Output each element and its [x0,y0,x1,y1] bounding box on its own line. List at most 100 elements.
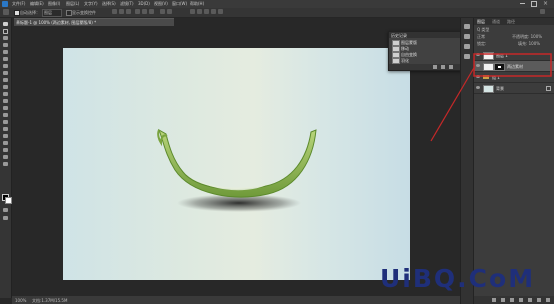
visibility-eye-icon[interactable] [476,75,480,78]
pod-body [158,128,317,198]
adjustments-panel-icon[interactable] [464,44,470,49]
move-tool-icon[interactable] [3,22,8,26]
dodge-tool-icon[interactable] [3,113,8,117]
shape-tool-icon[interactable] [3,141,8,145]
3d-slide-icon[interactable] [211,9,216,14]
layer-row[interactable]: 背景 [474,83,554,94]
tab-layers[interactable]: 图层 [477,19,485,25]
clone-stamp-tool-icon[interactable] [3,78,8,82]
blur-tool-icon[interactable] [3,106,8,110]
document-canvas[interactable] [63,48,410,280]
menu-view[interactable]: 视图(V) [154,1,168,7]
history-brush-tool-icon[interactable] [3,85,8,89]
options-bar: 自动选择： 图层 显示变换控件 [0,8,554,18]
ps-logo-icon[interactable] [2,1,8,7]
eyedropper-tool-icon[interactable] [3,57,8,61]
marquee-tool-icon[interactable] [3,29,8,34]
menu-select[interactable]: 选择(S) [102,1,116,7]
tab-channels[interactable]: 通道 [492,19,500,25]
document-info[interactable]: 文档:1.37M/15.5M [32,298,67,304]
history-item[interactable]: 羽化 [389,57,461,64]
document-tab[interactable]: 未标题-1 @ 100% (两边素材, 图层蒙版/8) * × [14,18,174,26]
menu-help[interactable]: 帮助(H) [190,1,204,7]
quick-mask-icon[interactable] [3,208,8,212]
lasso-tool-icon[interactable] [3,36,8,40]
maximize-icon[interactable] [531,1,537,7]
tab-paths[interactable]: 路径 [507,19,515,25]
new-document-from-state-icon[interactable] [433,65,437,69]
pen-tool-icon[interactable] [3,120,8,124]
layer-thumbnail [483,52,494,60]
3d-mode-icon[interactable] [190,9,195,14]
bean-pod-image [157,128,317,212]
auto-select-target-value: 图层 [44,10,52,15]
3d-pan-icon[interactable] [204,9,209,14]
layers-panel: 图层 通道 路径 Q 类型 正常 不透明度: 100% 锁定: 填充: 100%… [473,18,554,304]
layer-row[interactable]: 图层 1 [474,50,554,61]
watermark-text: UiBQ.CoM [380,264,536,293]
link-layers-icon[interactable] [492,298,496,302]
eraser-tool-icon[interactable] [3,92,8,96]
gradient-tool-icon[interactable] [3,99,8,103]
fill-field[interactable]: 填充: 100% [518,41,540,47]
zoom-tool-icon[interactable] [3,155,8,159]
brush-tool-icon[interactable] [3,71,8,75]
3d-rotate-icon[interactable] [197,9,202,14]
layer-row-selected[interactable]: 两边素材 [474,61,554,72]
quick-select-tool-icon[interactable] [3,43,8,47]
path-select-tool-icon[interactable] [3,134,8,138]
workspace-icon[interactable] [540,9,545,14]
add-mask-icon[interactable] [510,298,514,302]
delete-layer-icon[interactable] [546,298,550,302]
distribute-2-icon[interactable] [167,9,172,14]
delete-state-icon[interactable] [449,65,453,69]
close-document-icon[interactable]: × [16,19,172,25]
align-left-icon[interactable] [135,9,140,14]
menu-file[interactable]: 文件(F) [12,1,25,7]
brush-panel-icon[interactable] [464,54,470,59]
more-tools-icon[interactable] [3,162,8,166]
visibility-eye-icon[interactable] [476,86,480,89]
menu-window[interactable]: 窗口(W) [172,1,187,7]
properties-panel-icon[interactable] [464,34,470,39]
menu-image[interactable]: 图像(I) [48,1,60,7]
visibility-eye-icon[interactable] [476,53,480,56]
hand-tool-icon[interactable] [3,148,8,152]
menu-filter[interactable]: 滤镜(T) [120,1,134,7]
close-window-icon[interactable]: × [543,0,548,7]
menu-layer[interactable]: 图层(L) [66,1,79,7]
blend-mode-select[interactable]: 正常 [477,34,485,40]
visibility-eye-icon[interactable] [476,64,480,67]
new-group-icon[interactable] [528,298,532,302]
history-panel[interactable]: 历史记录 图层蒙版 移动 自由变换 羽化 [388,31,462,71]
new-layer-icon[interactable] [537,298,541,302]
align-center-icon[interactable] [142,9,147,14]
menu-type[interactable]: 文字(Y) [84,1,98,7]
opacity-field[interactable]: 不透明度: 100% [512,34,542,40]
type-tool-icon[interactable] [3,127,8,131]
align-top-icon[interactable] [112,9,117,14]
layer-mask-thumbnail[interactable] [494,63,505,71]
move-tool-preset-icon[interactable] [3,9,9,15]
history-panel-header[interactable]: 历史记录 [389,32,461,38]
align-right-icon[interactable] [149,9,154,14]
menu-3d[interactable]: 3D(D) [138,1,150,6]
distribute-icon[interactable] [160,9,165,14]
add-style-icon[interactable] [501,298,505,302]
new-adjustment-icon[interactable] [519,298,523,302]
screen-mode-icon[interactable] [3,216,8,220]
history-panel-icon[interactable] [464,24,470,29]
layer-kind-filter[interactable]: Q 类型 [477,27,489,33]
zoom-level[interactable]: 100% [15,298,26,303]
new-snapshot-icon[interactable] [441,65,445,69]
align-middle-icon[interactable] [119,9,124,14]
3d-scale-icon[interactable] [218,9,223,14]
minimize-icon[interactable] [520,3,525,4]
background-color-swatch[interactable] [5,197,12,204]
healing-brush-tool-icon[interactable] [3,64,8,68]
layer-row[interactable]: 组 1 [474,72,554,83]
crop-tool-icon[interactable] [3,50,8,54]
menu-edit[interactable]: 编辑(E) [30,1,44,7]
align-bottom-icon[interactable] [126,9,131,14]
layer-name: 图层 1 [496,53,508,58]
